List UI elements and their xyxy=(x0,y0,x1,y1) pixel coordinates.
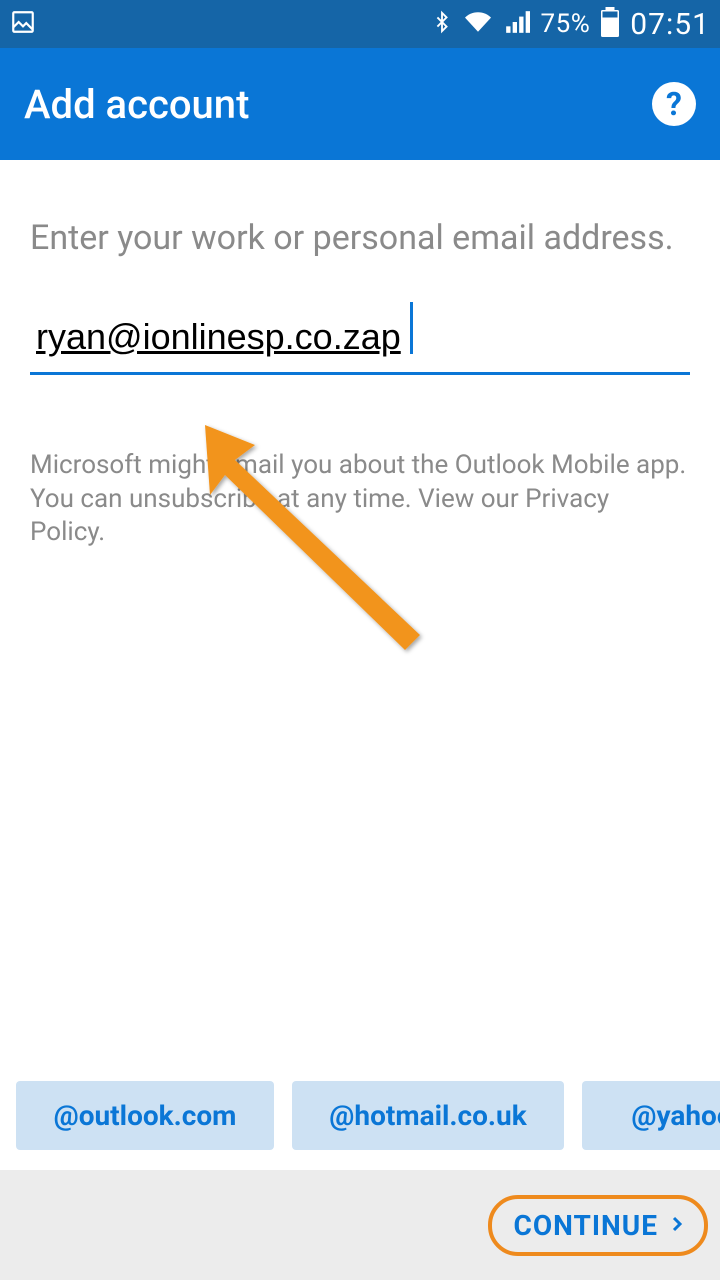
suggestion-hotmail[interactable]: @hotmail.co.uk xyxy=(292,1081,564,1150)
email-field[interactable] xyxy=(30,310,690,375)
suggestion-yahoo[interactable]: @yahoo xyxy=(582,1081,720,1150)
suggestion-outlook[interactable]: @outlook.com xyxy=(16,1081,274,1150)
continue-button[interactable]: CONTINUE xyxy=(488,1195,709,1256)
wifi-icon xyxy=(463,9,493,39)
email-input-wrap[interactable] xyxy=(30,310,690,375)
status-bar: 75% 07:51 xyxy=(0,0,720,48)
page-title: Add account xyxy=(24,81,249,128)
clock-text: 07:51 xyxy=(630,7,710,42)
battery-percentage: 75% xyxy=(541,9,591,39)
chevron-right-icon xyxy=(668,1209,686,1242)
disclaimer-text: Microsoft might email you about the Outl… xyxy=(30,449,690,550)
action-row: CONTINUE xyxy=(0,1170,720,1280)
help-icon[interactable]: ? xyxy=(652,82,696,126)
signal-icon xyxy=(503,9,531,39)
app-bar: Add account ? xyxy=(0,48,720,160)
text-cursor xyxy=(410,302,413,354)
bluetooth-icon xyxy=(431,8,453,40)
domain-suggestions: @outlook.com @hotmail.co.uk @yahoo xyxy=(0,1081,720,1170)
continue-label: CONTINUE xyxy=(514,1209,659,1242)
picture-icon xyxy=(10,9,36,39)
instruction-text: Enter your work or personal email addres… xyxy=(30,216,690,262)
battery-icon xyxy=(600,7,620,41)
